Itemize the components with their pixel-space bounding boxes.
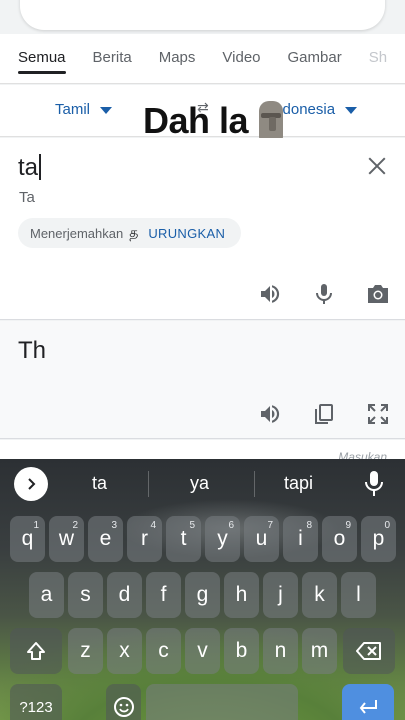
text-cursor: [39, 154, 42, 180]
search-tabs: Semua Berita Maps Video Gambar Sh: [0, 34, 405, 84]
caret-down-icon: [345, 107, 358, 114]
speaker-icon[interactable]: [256, 280, 284, 308]
expand-chevron-right-icon[interactable]: [14, 467, 48, 501]
key-d[interactable]: d: [107, 572, 142, 618]
source-language-label: Tamil: [55, 101, 91, 118]
camera-icon[interactable]: [364, 280, 392, 308]
smiley-icon: [113, 697, 134, 717]
enter-arrow-icon: [359, 700, 377, 714]
caret-down-icon: [100, 107, 113, 114]
tab-gambar[interactable]: Gambar: [288, 34, 342, 84]
tab-berita[interactable]: Berita: [93, 34, 132, 84]
key-z[interactable]: z: [68, 628, 103, 674]
emoji-key[interactable]: [106, 684, 141, 720]
suggestion-1[interactable]: ta: [92, 473, 107, 494]
key-p[interactable]: p0: [361, 516, 396, 562]
shift-arrow-icon: [27, 642, 45, 660]
key-x[interactable]: x: [107, 628, 142, 674]
transliteration-text: Ta: [19, 189, 35, 206]
overlay-caption-text: Dah la: [143, 100, 249, 141]
key-k[interactable]: k: [302, 572, 337, 618]
moai-emoji-icon: [256, 101, 286, 141]
overlay-caption: Dah la: [143, 100, 286, 142]
source-text-input[interactable]: ta: [18, 154, 42, 182]
key-t[interactable]: t5: [166, 516, 201, 562]
source-text: ta: [18, 154, 39, 181]
source-input-panel: ta Ta Menerjemahkan த URUNGKAN: [0, 138, 405, 320]
backspace-key[interactable]: [343, 628, 395, 674]
speaker-icon[interactable]: [256, 400, 284, 428]
key-y[interactable]: y6: [205, 516, 240, 562]
key-m[interactable]: m: [302, 628, 337, 674]
translated-text: Th: [18, 337, 47, 364]
top-area: [0, 0, 405, 34]
symbols-key[interactable]: ?123: [10, 684, 62, 720]
microphone-icon[interactable]: [310, 280, 338, 308]
below-panel-peek: Masukan: [0, 440, 405, 464]
key-w[interactable]: w2: [49, 516, 84, 562]
key-f[interactable]: f: [146, 572, 181, 618]
tab-video[interactable]: Video: [222, 34, 260, 84]
suggestion-divider: [254, 471, 255, 497]
suggestion-3[interactable]: tapi: [284, 473, 313, 494]
search-bar[interactable]: [20, 0, 385, 30]
key-s[interactable]: s: [68, 572, 103, 618]
key-o[interactable]: o9: [322, 516, 357, 562]
undo-button[interactable]: URUNGKAN: [148, 226, 225, 241]
suggestion-2[interactable]: ya: [190, 473, 209, 494]
tamil-char: த: [129, 223, 139, 240]
key-a[interactable]: a: [29, 572, 64, 618]
enter-key[interactable]: [342, 684, 394, 720]
key-h[interactable]: h: [224, 572, 259, 618]
shift-key[interactable]: [10, 628, 62, 674]
key-r[interactable]: r4: [127, 516, 162, 562]
space-key[interactable]: [146, 684, 298, 720]
tab-semua[interactable]: Semua: [18, 34, 66, 84]
key-g[interactable]: g: [185, 572, 220, 618]
suggestion-divider: [148, 471, 149, 497]
translation-output-panel: Th: [0, 321, 405, 439]
key-v[interactable]: v: [185, 628, 220, 674]
onscreen-keyboard: ta ya tapi q1 w2 e3 r4 t5 y6 u7 i8 o9 p0…: [0, 459, 405, 720]
translating-label: Menerjemahkan: [30, 225, 124, 241]
source-language-select[interactable]: Tamil: [55, 101, 113, 118]
tab-shopping[interactable]: Sh: [369, 34, 387, 84]
key-b[interactable]: b: [224, 628, 259, 674]
tab-maps[interactable]: Maps: [159, 34, 196, 84]
clear-input-close-icon[interactable]: [363, 152, 391, 180]
key-u[interactable]: u7: [244, 516, 279, 562]
key-c[interactable]: c: [146, 628, 181, 674]
key-e[interactable]: e3: [88, 516, 123, 562]
key-j[interactable]: j: [263, 572, 298, 618]
copy-icon[interactable]: [310, 400, 338, 428]
voice-input-microphone-icon[interactable]: [362, 469, 386, 499]
translating-chip: Menerjemahkan த URUNGKAN: [18, 218, 242, 248]
backspace-icon: [356, 642, 381, 660]
suggestion-bar: ta ya tapi: [0, 459, 405, 509]
key-i[interactable]: i8: [283, 516, 318, 562]
key-l[interactable]: l: [341, 572, 376, 618]
key-q[interactable]: q1: [10, 516, 45, 562]
fullscreen-icon[interactable]: [364, 400, 392, 428]
key-n[interactable]: n: [263, 628, 298, 674]
